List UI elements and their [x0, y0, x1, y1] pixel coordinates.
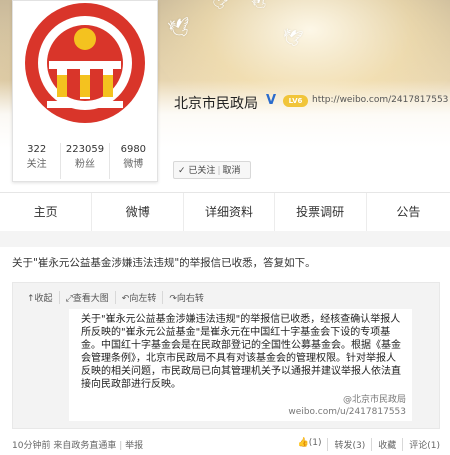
like-count: (1): [308, 438, 322, 448]
post-source[interactable]: 来自政务直通車: [53, 441, 116, 451]
post-image-panel: ↑收起 ⤢查看大图 ↶向左转 ↷向右转 关于"崔永元公益基金涉嫌违法违规"的举报…: [12, 282, 440, 429]
stat-label: 粉丝: [74, 159, 95, 170]
check-icon: ✓: [178, 166, 186, 176]
zoom-icon: ⤢: [65, 294, 73, 304]
tab-home[interactable]: 主页: [0, 193, 93, 231]
stat-number: 322: [27, 144, 47, 155]
post-text: 关于"崔永元公益基金涉嫌违法违规"的举报信已收悉，答复如下。: [12, 257, 316, 269]
dove-icon: 🕊: [166, 16, 193, 41]
tab-weibo[interactable]: 微博: [92, 193, 185, 231]
view-large-button[interactable]: ⤢查看大图: [60, 291, 116, 304]
report-link[interactable]: 举报: [125, 441, 143, 451]
rotate-left-button[interactable]: ↶向左转: [116, 291, 164, 304]
collapse-label: 收起: [34, 294, 53, 304]
avatar-card: 322 关注 223059 粉丝 6980 微博: [12, 0, 158, 182]
rotate-right-icon: ↷: [169, 294, 177, 304]
follow-status-label: 已关注: [188, 166, 216, 176]
watermark-handle: @北京市民政局: [342, 395, 406, 405]
comment-button[interactable]: 评论(1): [403, 438, 440, 451]
profile-stats: 322 关注 223059 粉丝 6980 微博: [13, 143, 157, 179]
profile-url[interactable]: http://weibo.com/2417817553: [312, 95, 448, 105]
image-toolbar: ↑收起 ⤢查看大图 ↶向左转 ↷向右转: [27, 291, 210, 304]
stat-number: 6980: [120, 144, 147, 155]
stat-number: 223059: [65, 144, 105, 155]
tab-polls[interactable]: 投票调研: [275, 193, 367, 231]
view-large-label: 查看大图: [72, 294, 109, 304]
favorite-button[interactable]: 收藏: [372, 438, 404, 451]
post-actions: 👍(1) 转发(3) 收藏 评论(1): [292, 438, 440, 451]
civil-affairs-logo-icon: [25, 3, 145, 123]
post-footer: 10分钟前 来自政务直通車 | 举报 👍(1) 转发(3) 收藏 评论(1): [12, 438, 440, 451]
stat-followers[interactable]: 223059 粉丝: [61, 143, 110, 179]
profile-tabs: 主页 微博 详细资料 投票调研 公告: [0, 192, 450, 232]
stat-following[interactable]: 322 关注: [13, 143, 62, 179]
rotate-left-label: 向左转: [129, 294, 157, 304]
dove-icon: 🕊: [280, 26, 305, 49]
verified-v-icon: V: [266, 93, 277, 108]
stat-label: 微博: [123, 159, 144, 170]
avatar[interactable]: [17, 1, 153, 135]
rotate-right-label: 向右转: [176, 294, 204, 304]
tab-notice[interactable]: 公告: [367, 193, 450, 231]
level-badge[interactable]: LV6: [283, 95, 308, 107]
divider: |: [217, 166, 221, 176]
unfollow-link[interactable]: 取消: [222, 166, 240, 176]
post-time[interactable]: 10分钟前: [12, 441, 50, 451]
rotate-right-button[interactable]: ↷向右转: [163, 291, 210, 304]
watermark-url: weibo.com/u/2417817553: [288, 407, 406, 417]
like-button[interactable]: 👍(1): [292, 438, 329, 451]
collapse-button[interactable]: ↑收起: [27, 291, 60, 304]
profile-name: 北京市民政局: [174, 96, 258, 112]
section-gap: [0, 231, 450, 247]
follow-status-button[interactable]: ✓ 已关注 | 取消: [173, 161, 251, 179]
stat-label: 关注: [26, 159, 47, 170]
tab-details[interactable]: 详细资料: [184, 193, 275, 231]
post-image-text: 关于"崔永元公益基金涉嫌违法违规"的举报信已收悉，经核查确认举报人所反映的"崔永…: [81, 314, 401, 390]
stat-posts[interactable]: 6980 微博: [110, 143, 157, 179]
repost-button[interactable]: 转发(3): [328, 438, 373, 451]
collapse-icon: ↑: [27, 294, 35, 304]
post-image[interactable]: 关于"崔永元公益基金涉嫌违法违规"的举报信已收悉，经核查确认举报人所反映的"崔永…: [69, 309, 412, 421]
thumbs-up-icon: 👍: [297, 438, 309, 448]
